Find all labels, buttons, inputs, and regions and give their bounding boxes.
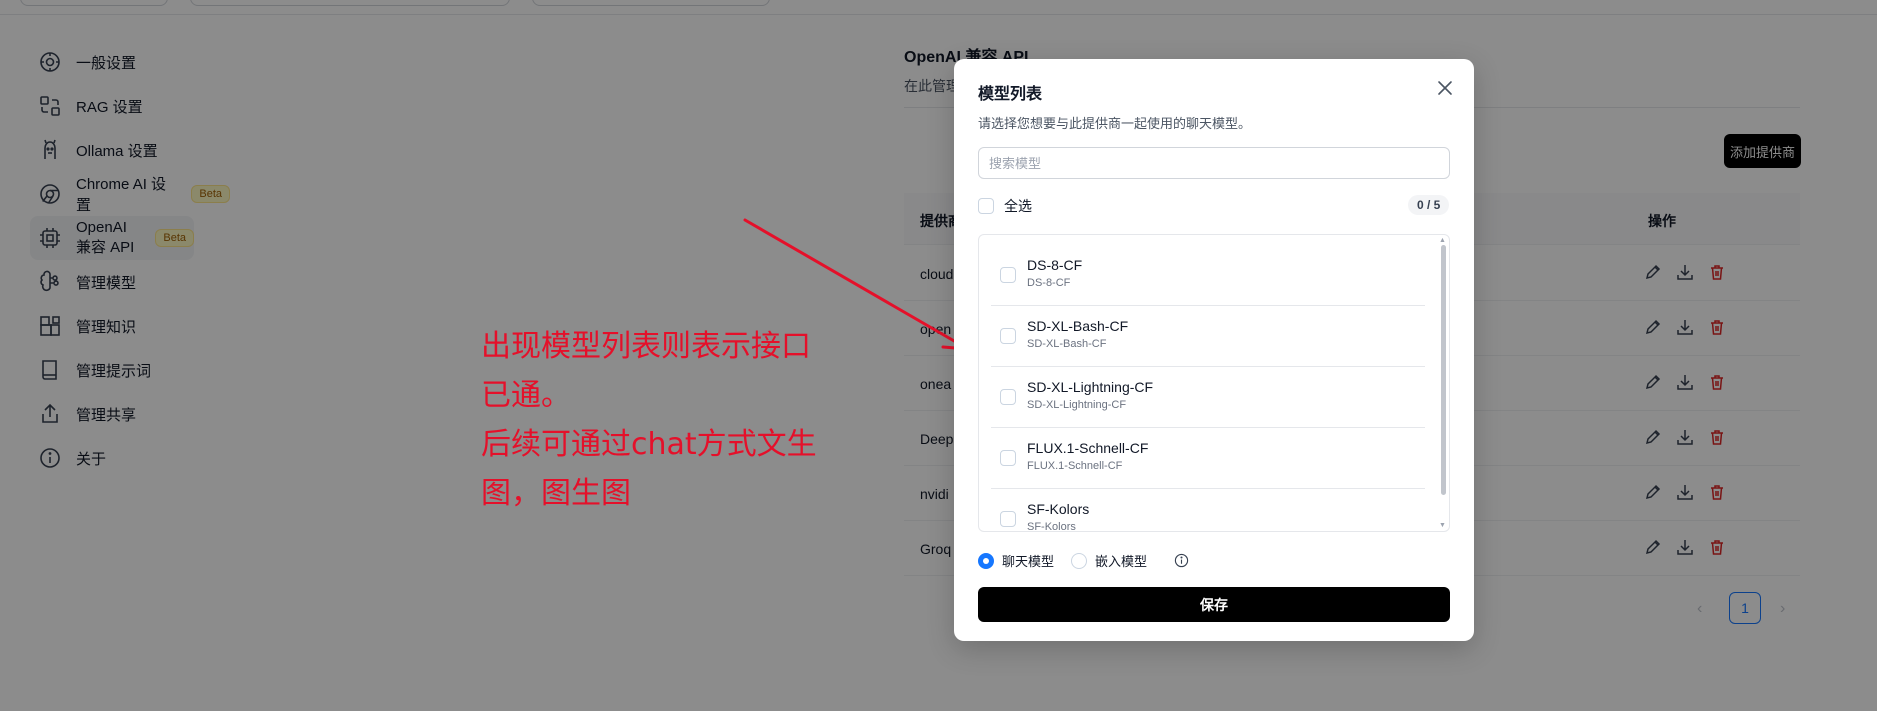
search-models-input[interactable] [978, 147, 1450, 179]
model-list-item[interactable]: FLUX.1-Schnell-CF FLUX.1-Schnell-CF [991, 428, 1425, 489]
model-name: SD-XL-Bash-CF [1027, 318, 1129, 334]
select-all-label: 全选 [1004, 198, 1032, 214]
dialog-description: 请选择您想要与此提供商一起使用的聊天模型。 [978, 116, 1252, 131]
model-checkbox[interactable] [1000, 389, 1016, 405]
annotation-line: 已通。 [481, 378, 571, 413]
info-icon[interactable] [1174, 553, 1189, 568]
selection-count-badge: 0 / 5 [1408, 195, 1450, 215]
model-list-item[interactable]: SD-XL-Bash-CF SD-XL-Bash-CF [991, 306, 1425, 367]
model-list-item[interactable]: SD-XL-Lightning-CF SD-XL-Lightning-CF [991, 367, 1425, 428]
model-list-dialog: 模型列表 请选择您想要与此提供商一起使用的聊天模型。 全选 0 / 5 DS-8… [954, 59, 1474, 641]
radio-chat-model[interactable] [978, 552, 994, 569]
close-icon[interactable] [1436, 79, 1454, 97]
scroll-up-icon[interactable]: ▲ [1439, 237, 1446, 244]
model-id: FLUX.1-Schnell-CF [1027, 460, 1123, 472]
model-checkbox[interactable] [1000, 511, 1016, 527]
model-checkbox[interactable] [1000, 328, 1016, 344]
model-list-item[interactable]: SF-Kolors SF-Kolors [991, 489, 1425, 532]
model-id: DS-8-CF [1027, 277, 1071, 289]
annotation-arrow-icon [743, 218, 970, 351]
model-id: SD-XL-Lightning-CF [1027, 399, 1127, 411]
radio-embedding-model[interactable] [1071, 552, 1088, 569]
model-name: FLUX.1-Schnell-CF [1027, 440, 1149, 456]
model-name: SD-XL-Lightning-CF [1027, 379, 1154, 395]
model-name: DS-8-CF [1027, 257, 1083, 273]
model-id: SF-Kolors [1027, 521, 1076, 532]
annotation-line: 图，图生图 [481, 476, 631, 511]
scrollbar-thumb[interactable] [1441, 245, 1446, 495]
model-checkbox[interactable] [1000, 267, 1016, 283]
model-type-radio-group: 聊天模型 嵌入模型 [978, 551, 1189, 570]
save-button[interactable]: 保存 [978, 587, 1450, 622]
model-id: SD-XL-Bash-CF [1027, 338, 1107, 350]
model-name: SF-Kolors [1027, 501, 1090, 517]
radio-label: 聊天模型 [1002, 554, 1055, 569]
radio-label: 嵌入模型 [1095, 554, 1148, 569]
annotation-line: 后续可通过chat方式文生 [481, 427, 817, 462]
model-list[interactable]: DS-8-CF DS-8-CF SD-XL-Bash-CF SD-XL-Bash… [978, 234, 1450, 532]
model-list-item[interactable]: DS-8-CF DS-8-CF [991, 245, 1425, 306]
select-all-checkbox[interactable]: 全选 [978, 196, 1032, 216]
dialog-title: 模型列表 [978, 86, 1043, 103]
scroll-down-icon[interactable]: ▼ [1439, 522, 1446, 529]
checkbox[interactable] [978, 198, 994, 214]
model-checkbox[interactable] [1000, 450, 1016, 466]
